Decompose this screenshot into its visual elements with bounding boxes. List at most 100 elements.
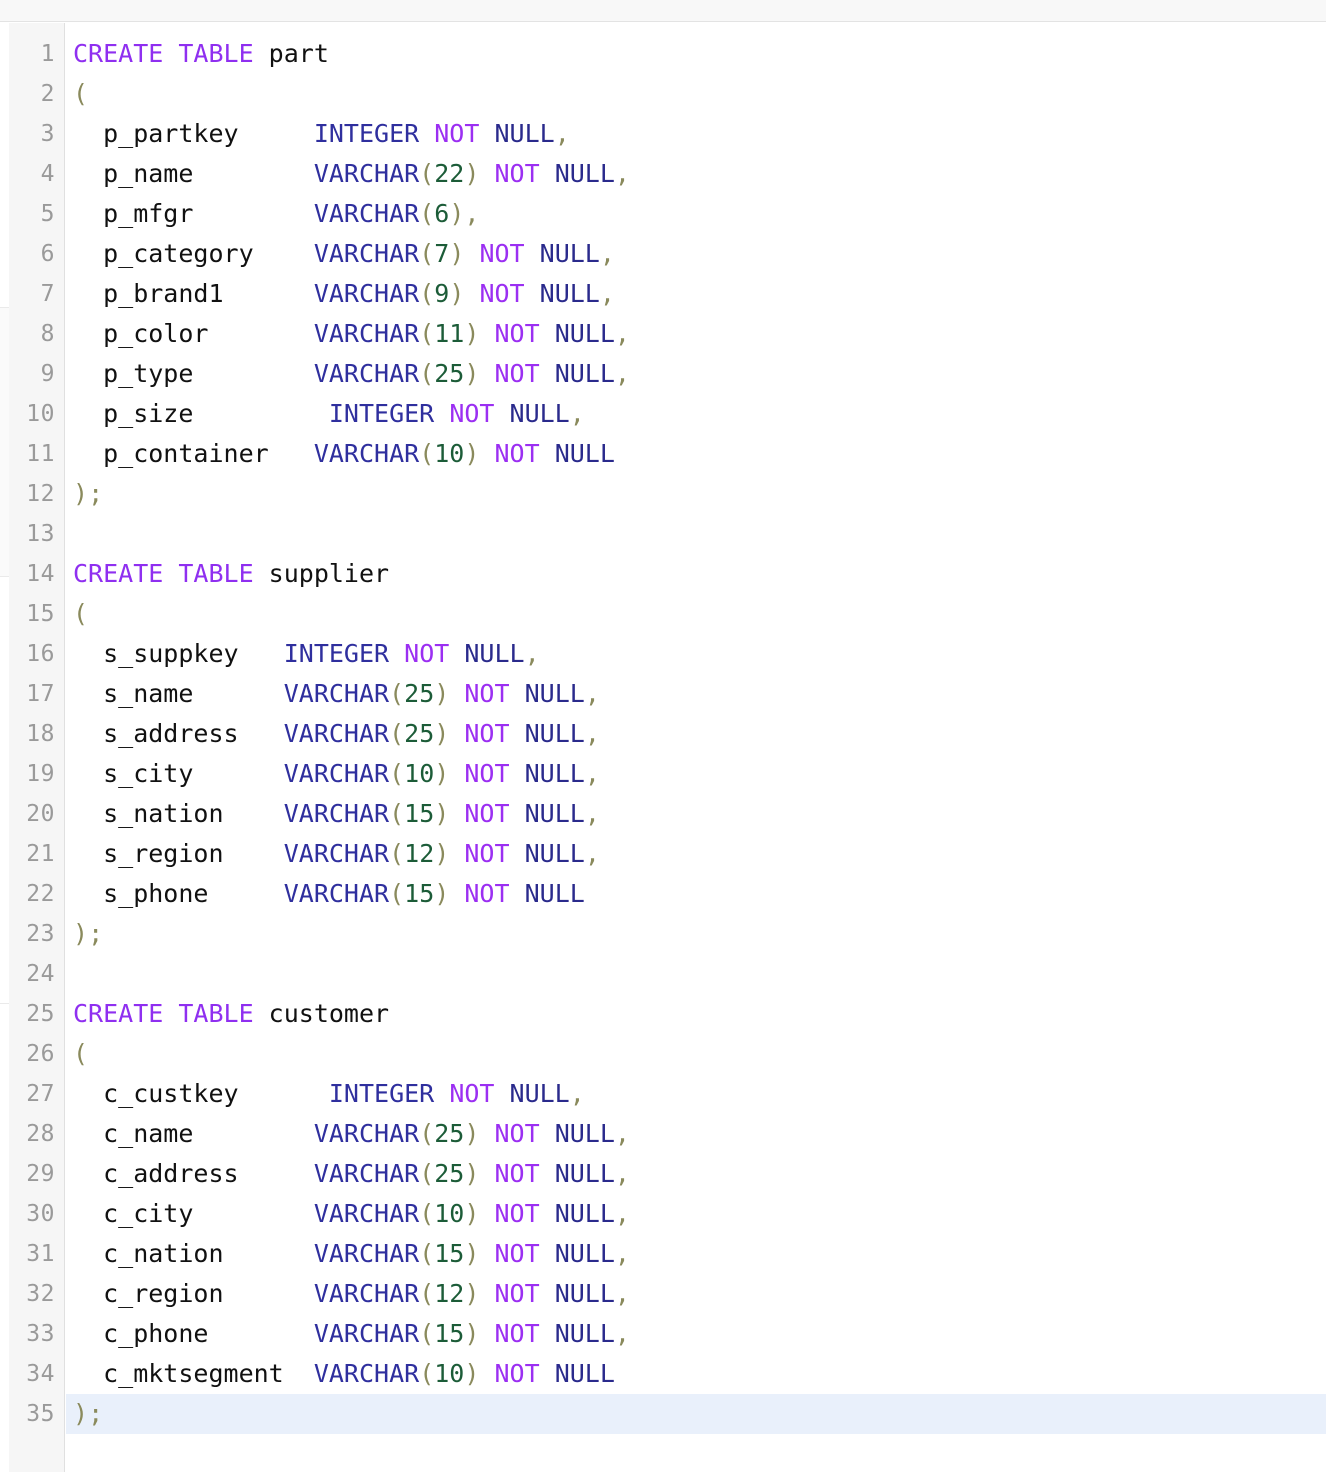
code-line[interactable]: s_phone VARCHAR(15) NOT NULL <box>66 874 1326 914</box>
code-line[interactable]: s_suppkey INTEGER NOT NULL, <box>66 634 1326 674</box>
line-number[interactable]: 3 <box>7 114 55 154</box>
code-line[interactable]: p_partkey INTEGER NOT NULL, <box>66 114 1326 154</box>
code-token-null: NULL <box>554 159 615 188</box>
line-number[interactable]: 18 <box>7 714 55 754</box>
line-number[interactable]: 8 <box>7 314 55 354</box>
code-token-punct: ( <box>389 799 405 828</box>
code-line[interactable]: ); <box>66 914 1326 954</box>
code-token-punct: ) <box>464 1119 480 1148</box>
line-number[interactable]: 20 <box>7 794 55 834</box>
code-token-type: VARCHAR <box>313 359 420 388</box>
line-number[interactable]: 24 <box>7 954 55 994</box>
code-line[interactable]: p_type VARCHAR(25) NOT NULL, <box>66 354 1326 394</box>
code-token-type: VARCHAR <box>313 1159 420 1188</box>
code-line[interactable]: ( <box>66 594 1326 634</box>
line-number[interactable]: 29 <box>7 1154 55 1194</box>
line-number[interactable]: 23 <box>7 914 55 954</box>
line-number[interactable]: 34 <box>7 1354 55 1394</box>
line-number[interactable]: 12 <box>7 474 55 514</box>
code-token-type: VARCHAR <box>313 319 420 348</box>
line-number[interactable]: 16 <box>7 634 55 674</box>
line-number[interactable]: 26 <box>7 1034 55 1074</box>
code-content[interactable]: CREATE TABLE part ( p_partkey INTEGER NOT… <box>66 23 1326 1472</box>
code-line[interactable] <box>66 514 1326 554</box>
code-line[interactable]: CREATE TABLE supplier <box>66 554 1326 594</box>
code-line[interactable]: s_name VARCHAR(25) NOT NULL, <box>66 674 1326 714</box>
code-line[interactable]: s_region VARCHAR(12) NOT NULL, <box>66 834 1326 874</box>
code-token-not: NOT <box>494 319 540 348</box>
code-line[interactable]: p_size INTEGER NOT NULL, <box>66 394 1326 434</box>
code-token-ident: p_color <box>73 319 314 348</box>
code-token-num: 9 <box>434 279 450 308</box>
code-line[interactable]: s_city VARCHAR(10) NOT NULL, <box>66 754 1326 794</box>
code-line[interactable]: c_mktsegment VARCHAR(10) NOT NULL <box>66 1354 1326 1394</box>
code-line[interactable]: p_container VARCHAR(10) NOT NULL <box>66 434 1326 474</box>
code-line[interactable]: ); <box>66 474 1326 514</box>
code-token-type: VARCHAR <box>283 839 390 868</box>
code-line[interactable]: c_nation VARCHAR(15) NOT NULL, <box>66 1234 1326 1274</box>
line-number[interactable]: 33 <box>7 1314 55 1354</box>
line-number[interactable]: 17 <box>7 674 55 714</box>
code-line[interactable]: CREATE TABLE part <box>66 34 1326 74</box>
line-number[interactable]: 31 <box>7 1234 55 1274</box>
code-token-punct: ( <box>389 879 405 908</box>
line-number[interactable]: 19 <box>7 754 55 794</box>
code-token-num: 15 <box>404 879 435 908</box>
code-line[interactable] <box>66 954 1326 994</box>
line-number[interactable]: 27 <box>7 1074 55 1114</box>
line-number[interactable]: 7 <box>7 274 55 314</box>
line-number[interactable]: 22 <box>7 874 55 914</box>
code-token-ident: c_name <box>73 1119 314 1148</box>
code-line[interactable]: p_name VARCHAR(22) NOT NULL, <box>66 154 1326 194</box>
line-number[interactable]: 1 <box>7 34 55 74</box>
line-number[interactable]: 25 <box>7 994 55 1034</box>
line-number-gutter[interactable]: 1 2 3 4 5 6 7 8 9 10 11 12 13 14 15 16 17 18 19 20 21 22 23 24 2… <box>9 23 65 1472</box>
code-line[interactable]: ); <box>66 1394 1326 1434</box>
code-line[interactable]: c_region VARCHAR(12) NOT NULL, <box>66 1274 1326 1314</box>
line-number[interactable]: 9 <box>7 354 55 394</box>
code-line[interactable]: ( <box>66 1034 1326 1074</box>
line-number[interactable]: 30 <box>7 1194 55 1234</box>
line-number[interactable]: 13 <box>7 514 55 554</box>
code-token-punct: , <box>569 399 585 428</box>
line-number[interactable]: 15 <box>7 594 55 634</box>
line-number[interactable]: 4 <box>7 154 55 194</box>
line-number[interactable]: 6 <box>7 234 55 274</box>
code-line[interactable]: c_phone VARCHAR(15) NOT NULL, <box>66 1314 1326 1354</box>
code-token-punct: ) <box>464 1199 480 1228</box>
line-number[interactable]: 2 <box>7 74 55 114</box>
line-number[interactable]: 5 <box>7 194 55 234</box>
line-number[interactable]: 11 <box>7 434 55 474</box>
code-line[interactable]: p_color VARCHAR(11) NOT NULL, <box>66 314 1326 354</box>
code-token-punct: ( <box>419 1359 435 1388</box>
code-line[interactable]: s_nation VARCHAR(15) NOT NULL, <box>66 794 1326 834</box>
line-number[interactable]: 35 <box>7 1394 55 1434</box>
code-token-num: 10 <box>434 439 465 468</box>
line-number[interactable]: 28 <box>7 1114 55 1154</box>
code-token-null: NULL <box>554 1119 615 1148</box>
code-line[interactable]: s_address VARCHAR(25) NOT NULL, <box>66 714 1326 754</box>
line-number[interactable]: 21 <box>7 834 55 874</box>
code-token-null: NULL <box>509 399 570 428</box>
line-number[interactable]: 32 <box>7 1274 55 1314</box>
code-line[interactable]: c_custkey INTEGER NOT NULL, <box>66 1074 1326 1114</box>
code-line[interactable]: c_name VARCHAR(25) NOT NULL, <box>66 1114 1326 1154</box>
code-line[interactable]: ( <box>66 74 1326 114</box>
code-token-punct: ( <box>419 439 435 468</box>
code-token-punct: ( <box>419 279 435 308</box>
code-editor[interactable]: 1 2 3 4 5 6 7 8 9 10 11 12 13 14 15 16 17 18 19 20 21 22 23 24 2… <box>0 23 1326 1472</box>
code-line[interactable]: p_brand1 VARCHAR(9) NOT NULL, <box>66 274 1326 314</box>
line-number[interactable]: 14 <box>7 554 55 594</box>
code-token-ident: s_phone <box>73 879 284 908</box>
code-token-null: NULL <box>494 119 555 148</box>
code-line[interactable]: c_city VARCHAR(10) NOT NULL, <box>66 1194 1326 1234</box>
code-line[interactable]: p_category VARCHAR(7) NOT NULL, <box>66 234 1326 274</box>
code-line[interactable]: c_address VARCHAR(25) NOT NULL, <box>66 1154 1326 1194</box>
code-line[interactable]: p_mfgr VARCHAR(6), <box>66 194 1326 234</box>
line-number[interactable]: 10 <box>7 394 55 434</box>
code-line[interactable]: CREATE TABLE customer <box>66 994 1326 1034</box>
